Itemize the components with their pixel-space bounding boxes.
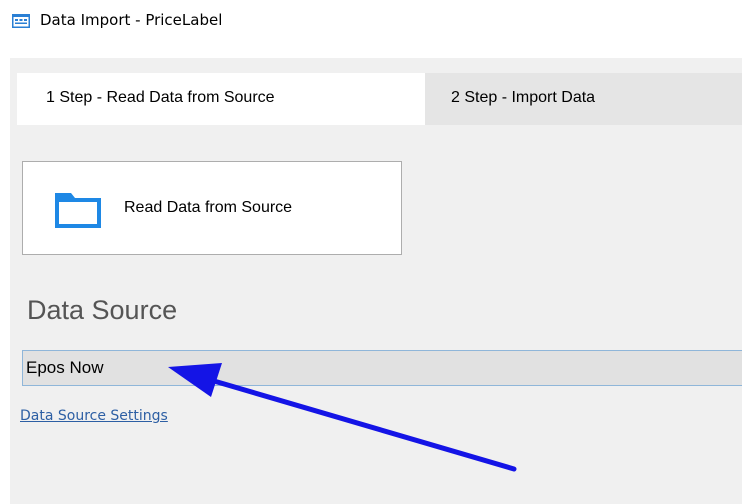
tab-import-data[interactable]: 2 Step - Import Data <box>425 73 742 125</box>
data-source-value: Epos Now <box>26 358 104 377</box>
read-data-button[interactable]: Read Data from Source <box>22 161 402 255</box>
data-source-settings-link[interactable]: Data Source Settings <box>20 408 168 424</box>
app-window-icon <box>12 14 30 28</box>
tab-read-data[interactable]: 1 Step - Read Data from Source <box>17 73 425 125</box>
window-title: Data Import - PriceLabel <box>40 11 223 29</box>
import-panel: 1 Step - Read Data from Source 2 Step - … <box>10 58 742 504</box>
tab-strip: 1 Step - Read Data from Source 2 Step - … <box>10 73 742 125</box>
data-source-heading: Data Source <box>27 295 178 325</box>
title-bar: Data Import - PriceLabel <box>0 0 742 50</box>
tab-import-data-label: 2 Step - Import Data <box>451 89 596 106</box>
read-data-button-label: Read Data from Source <box>124 199 293 216</box>
folder-icon <box>55 193 101 228</box>
data-source-field[interactable]: Epos Now <box>22 350 742 386</box>
tab-read-data-label: 1 Step - Read Data from Source <box>46 89 275 106</box>
